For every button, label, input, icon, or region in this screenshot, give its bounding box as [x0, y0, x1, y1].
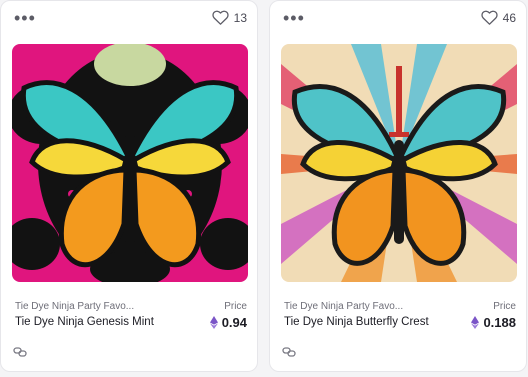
- nft-card[interactable]: ••• 46 Tie Dye Ninja Party Favo... Tie D…: [269, 0, 527, 372]
- card-info: Tie Dye Ninja Party Favo... Tie Dye Ninj…: [15, 301, 247, 335]
- collection-name[interactable]: Tie Dye Ninja Party Favo...: [284, 301, 403, 312]
- card-info: Tie Dye Ninja Party Favo... Tie Dye Ninj…: [284, 301, 516, 335]
- favorite-button[interactable]: 46: [481, 10, 516, 25]
- ethereum-icon: [209, 316, 218, 329]
- price-label: Price: [224, 301, 247, 312]
- price-value: 0.94: [221, 315, 247, 330]
- ethereum-icon: [471, 316, 480, 329]
- favorite-count: 13: [233, 10, 247, 25]
- heart-outline-icon: [481, 10, 498, 25]
- collection-name[interactable]: Tie Dye Ninja Party Favo...: [15, 301, 134, 312]
- nft-card[interactable]: ••• 13 Tie Dye Ninja Party Favo... Tie D…: [0, 0, 258, 372]
- chain-link-icon[interactable]: [282, 345, 296, 363]
- token-name[interactable]: Tie Dye Ninja Butterfly Crest: [284, 316, 429, 328]
- nft-image[interactable]: [12, 44, 248, 282]
- nft-card-grid: ••• 13 Tie Dye Ninja Party Favo... Tie D…: [0, 0, 528, 377]
- card-header: ••• 13: [1, 1, 257, 39]
- heart-outline-icon: [212, 10, 229, 25]
- more-options-icon[interactable]: •••: [14, 9, 36, 27]
- price: 0.94: [209, 315, 247, 330]
- favorite-count: 46: [502, 10, 516, 25]
- card-header: ••• 46: [270, 1, 526, 39]
- price-label: Price: [493, 301, 516, 312]
- favorite-button[interactable]: 13: [212, 10, 247, 25]
- more-options-icon[interactable]: •••: [283, 9, 305, 27]
- token-name[interactable]: Tie Dye Ninja Genesis Mint: [15, 316, 154, 328]
- price: 0.188: [471, 315, 516, 330]
- nft-image[interactable]: [281, 44, 517, 282]
- price-value: 0.188: [483, 315, 516, 330]
- chain-link-icon[interactable]: [13, 345, 27, 363]
